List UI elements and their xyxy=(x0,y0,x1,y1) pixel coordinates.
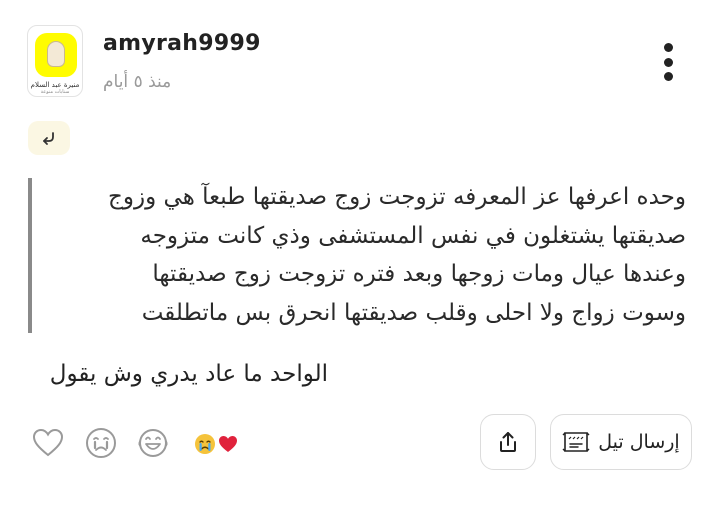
quoted-post: وحده اعرفها عز المعرفه تزوجت زوج صديقتها… xyxy=(28,178,688,333)
send-tell-button[interactable]: إرسال تيل xyxy=(550,414,692,470)
more-dot-icon xyxy=(663,57,673,67)
quoted-line: صديقتها يشتغلون في نفس المستشفى وذي كانت… xyxy=(140,222,686,249)
avatar-subcaption: سنابات منوعة xyxy=(40,89,70,95)
like-button[interactable] xyxy=(32,427,64,459)
more-dot-icon xyxy=(663,43,673,52)
sad-reaction-button[interactable] xyxy=(85,427,117,459)
more-dot-icon xyxy=(663,72,673,81)
crying-emoji-icon xyxy=(195,434,215,454)
crying-face-icon xyxy=(86,428,116,458)
share-button[interactable] xyxy=(480,414,536,470)
reaction-summary[interactable] xyxy=(194,432,238,456)
laugh-reaction-button[interactable] xyxy=(137,427,169,459)
timestamp: منذ ٥ أيام xyxy=(103,72,172,92)
more-options-button[interactable] xyxy=(658,43,678,81)
quoted-line: وسوت زواج ولا احلى وقلب صديقتها انحرق بس… xyxy=(141,299,686,326)
quoted-line: وعندها عيال ومات زوجها وبعد فتره تزوجت ز… xyxy=(152,261,686,287)
quoted-text: وحده اعرفها عز المعرفه تزوجت زوج صديقتها… xyxy=(56,178,686,332)
quoted-line: وحده اعرفها عز المعرفه تزوجت زوج صديقتها… xyxy=(108,184,686,210)
avatar-face xyxy=(47,41,65,67)
heart-outline-icon xyxy=(32,428,64,457)
snapchat-ghost-icon xyxy=(35,33,77,77)
username[interactable]: amyrah9999 xyxy=(103,31,261,56)
reply-arrow-icon xyxy=(43,132,54,145)
send-tell-label: إرسال تيل xyxy=(598,431,680,453)
avatar[interactable]: منيرة عبد السلام سنابات منوعة xyxy=(27,25,83,97)
red-heart-icon xyxy=(219,436,237,452)
avatar-caption: منيرة عبد السلام xyxy=(30,81,80,89)
reply-badge[interactable] xyxy=(28,121,70,155)
tell-card-icon xyxy=(562,432,590,452)
share-icon xyxy=(500,432,516,452)
comment-text: الواحد ما عاد يدري وش يقول xyxy=(49,361,328,387)
laughing-tears-icon xyxy=(138,429,168,457)
